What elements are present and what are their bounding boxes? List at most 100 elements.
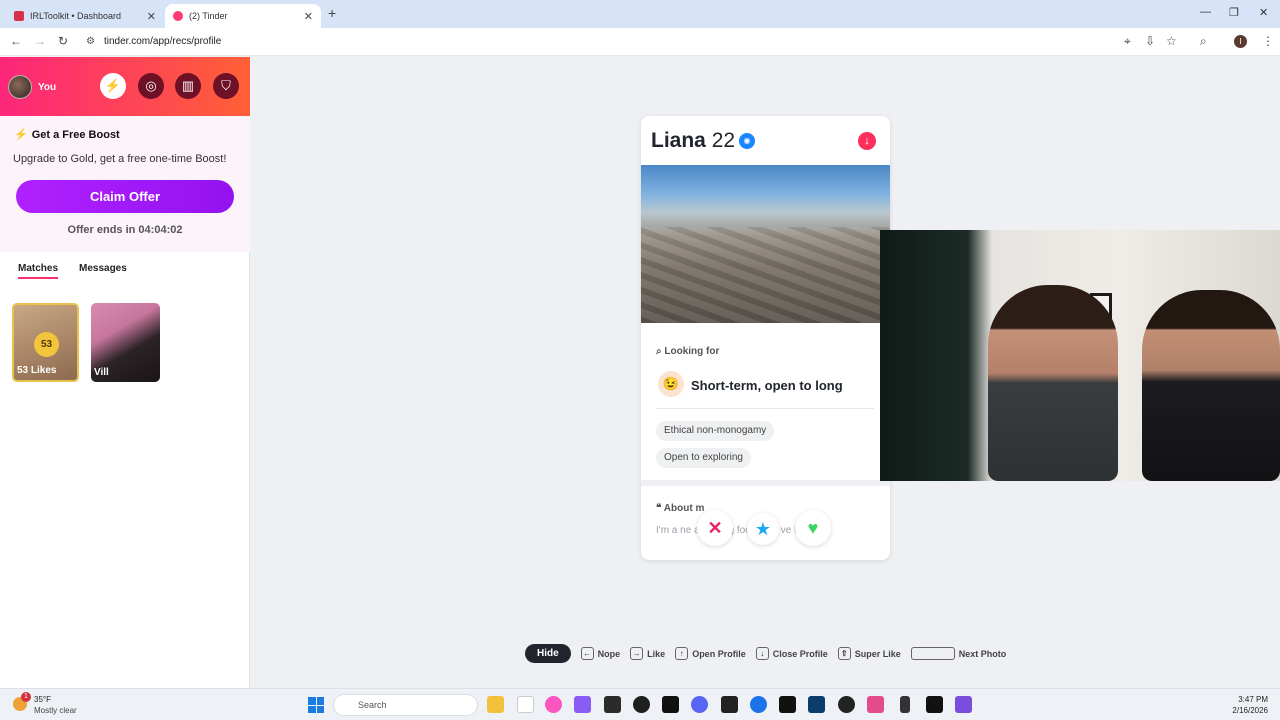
- system-clock[interactable]: 3:47 PM 2/16/2026: [1228, 694, 1268, 716]
- tab-title: (2) Tinder: [189, 11, 228, 21]
- match-card[interactable]: Vill: [91, 303, 160, 382]
- tag-chip: Ethical non-monogamy: [656, 421, 775, 441]
- address-bar: ← → ↻ ⚙ tinder.com/app/recs/profile ⌖ ⇩ …: [0, 28, 1280, 56]
- hotkey-bar: Hide ← Nope → Like ↑ Open Profile ↓ Close Pr…: [525, 644, 1006, 663]
- looking-for-section: ⌕ Looking for 😉 Short-term, open to long…: [641, 335, 890, 480]
- photo-verified-icon: ◉: [739, 133, 755, 149]
- hotkey-next-photo: Next Photo: [910, 647, 1006, 660]
- minimize-icon[interactable]: —: [1200, 6, 1211, 18]
- likes-card[interactable]: 53 53 Likes: [12, 303, 79, 382]
- calendar-app-icon[interactable]: [955, 696, 972, 713]
- hotkey-nope: ← Nope: [580, 647, 620, 660]
- discord-icon[interactable]: [691, 696, 708, 713]
- hide-button[interactable]: Hide: [525, 644, 571, 663]
- bolt-icon: ⚡: [14, 129, 28, 141]
- windows-taskbar: 1 35°F Mostly clear ⌕ Search 3:47 PM 2/1…: [0, 688, 1280, 720]
- match-name: Vill: [94, 367, 109, 378]
- left-arrow-key-icon: ←: [580, 647, 594, 660]
- explore-compass-icon[interactable]: ◎: [138, 73, 164, 99]
- profile-photo[interactable]: [641, 165, 890, 323]
- tab-title: IRLToolkit • Dashboard: [30, 11, 122, 21]
- browser-tab-strip: IRLToolkit • Dashboard ✕ (2) Tinder ✕ + …: [0, 0, 1280, 28]
- install-app-icon[interactable]: ⇩: [1145, 34, 1155, 48]
- hotkey-open-profile: ↑ Open Profile: [675, 647, 746, 660]
- up-arrow-key-icon: ↑: [675, 647, 689, 660]
- close-tab-icon[interactable]: ✕: [147, 10, 156, 23]
- hotkey-super-like: ⇧ Super Like: [837, 647, 901, 660]
- down-arrow-key-icon: ↓: [755, 647, 769, 660]
- claim-offer-button[interactable]: Claim Offer: [16, 180, 234, 213]
- profile-header: Liana 22 ◉ ↓: [641, 116, 890, 165]
- g-hub-icon[interactable]: [838, 696, 855, 713]
- sidebar-tabs: Matches Messages: [0, 257, 250, 279]
- boost-promo: ⚡ Get a Free Boost Upgrade to Gold, get a…: [0, 116, 250, 252]
- streamer-left: [988, 285, 1118, 481]
- location-icon[interactable]: ⌖: [1124, 34, 1131, 49]
- webcam-overlay: [880, 230, 1280, 481]
- clock-date: 2/16/2026: [1232, 706, 1268, 715]
- safety-shield-icon[interactable]: ⛉: [213, 73, 239, 99]
- tab-tinder[interactable]: (2) Tinder ✕: [165, 4, 321, 28]
- notification-badge: 1: [21, 692, 31, 702]
- reload-icon[interactable]: ↻: [58, 34, 68, 48]
- new-tab-icon[interactable]: +: [328, 5, 336, 21]
- bing-icon[interactable]: [750, 696, 767, 713]
- editor-icon[interactable]: [721, 696, 738, 713]
- divider: [656, 408, 874, 409]
- collapse-profile-icon[interactable]: ↓: [858, 132, 876, 150]
- windows-start-icon[interactable]: [308, 697, 324, 713]
- gift-briefcase-icon[interactable]: ▥: [175, 73, 201, 99]
- terminal-icon[interactable]: [926, 696, 943, 713]
- tinder-favicon-icon: [173, 11, 183, 21]
- url-field[interactable]: tinder.com/app/recs/profile: [104, 36, 221, 47]
- hotkey-like: → Like: [630, 647, 665, 660]
- obs-icon[interactable]: [633, 696, 650, 713]
- profile-card: Liana 22 ◉ ↓ ⌕ Looking for 😉 Short-term,…: [641, 116, 890, 560]
- call-of-duty-icon[interactable]: [779, 696, 796, 713]
- boost-subtitle: Upgrade to Gold, get a free one-time Boo…: [13, 153, 227, 165]
- epic-games-icon[interactable]: [604, 696, 621, 713]
- boost-bolt-icon[interactable]: ⚡: [100, 73, 126, 99]
- snipping-tool-icon[interactable]: [867, 696, 884, 713]
- user-label[interactable]: You: [38, 82, 56, 93]
- like-heart-icon[interactable]: ♥: [795, 510, 831, 546]
- back-icon[interactable]: ←: [10, 34, 22, 48]
- tab-messages[interactable]: Messages: [79, 263, 127, 274]
- tab-irltoolkit[interactable]: IRLToolkit • Dashboard ✕: [6, 4, 164, 28]
- menu-dots-icon[interactable]: ⋮: [1262, 34, 1274, 48]
- boost-title: ⚡ Get a Free Boost: [14, 129, 120, 141]
- itunes-icon[interactable]: [545, 696, 562, 713]
- clock-time: 3:47 PM: [1238, 695, 1268, 704]
- forward-icon[interactable]: →: [34, 34, 46, 48]
- microphone-icon[interactable]: [900, 696, 910, 713]
- hotkey-close-profile: ↓ Close Profile: [755, 647, 828, 660]
- taskbar-search-input[interactable]: Search: [333, 694, 478, 716]
- bookmark-star-icon[interactable]: ☆: [1166, 34, 1177, 48]
- weather-condition[interactable]: Mostly clear: [34, 706, 77, 715]
- streamer-right: [1142, 290, 1280, 481]
- wink-emoji-icon: 😉: [658, 371, 684, 397]
- tab-matches[interactable]: Matches: [18, 263, 59, 279]
- sidebar: You ⚡ ◎ ▥ ⛉ ⚡ Get a Free Boost Upgrade to…: [0, 57, 250, 688]
- super-like-star-icon[interactable]: ★: [747, 513, 779, 545]
- search-tabs-icon[interactable]: ⌕: [1200, 34, 1207, 49]
- profile-name: Liana 22: [651, 129, 736, 152]
- sidebar-header: You ⚡ ◎ ▥ ⛉: [0, 57, 250, 116]
- nope-x-icon[interactable]: ✕: [697, 510, 733, 546]
- close-window-icon[interactable]: ✕: [1259, 6, 1268, 19]
- profile-age: 22: [711, 129, 736, 152]
- section-divider: [641, 480, 890, 486]
- capcut-icon[interactable]: [662, 696, 679, 713]
- browser-profile-avatar[interactable]: I: [1234, 35, 1247, 48]
- weather-temp[interactable]: 35°F: [34, 695, 51, 704]
- close-tab-icon[interactable]: ✕: [304, 10, 313, 23]
- swipe-actions: ✕ ★ ♥: [697, 510, 837, 548]
- notepad-icon[interactable]: [517, 696, 534, 713]
- file-explorer-icon[interactable]: [487, 696, 504, 713]
- battlenet-icon[interactable]: [808, 696, 825, 713]
- game-controller-icon[interactable]: [574, 696, 591, 713]
- user-avatar[interactable]: [8, 75, 32, 99]
- restore-icon[interactable]: ❐: [1229, 6, 1239, 19]
- right-arrow-key-icon: →: [630, 647, 644, 660]
- site-info-icon[interactable]: ⚙: [86, 36, 95, 47]
